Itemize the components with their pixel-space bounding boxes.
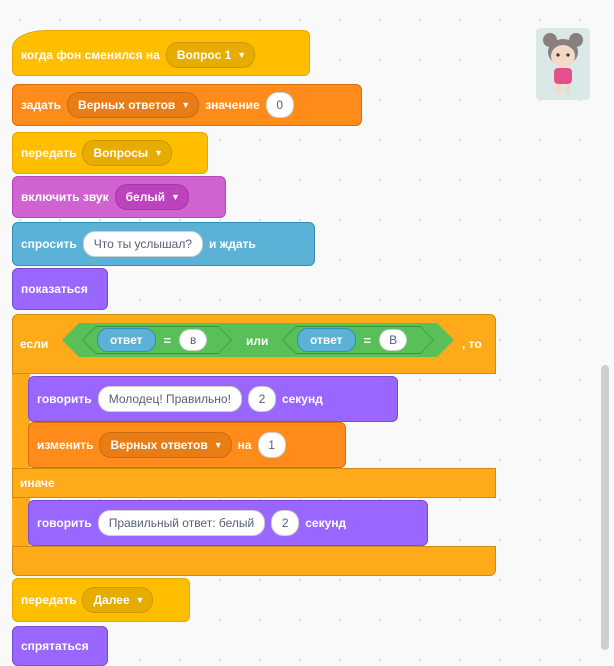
set-variable-block[interactable]: задать Верных ответов ▼ значение 0 bbox=[12, 84, 362, 126]
right-compare-input[interactable]: В bbox=[379, 329, 407, 351]
left-compare-input[interactable]: в bbox=[179, 329, 207, 351]
when-backdrop-label: когда фон сменился на bbox=[21, 48, 160, 62]
say-text-input[interactable]: Молодец! Правильно! bbox=[97, 386, 242, 412]
left-equals-outline: ответ = в bbox=[82, 326, 232, 354]
variable-dropdown[interactable]: Верных ответов ▼ bbox=[99, 432, 232, 458]
message-dropdown[interactable]: Далее ▼ bbox=[82, 587, 154, 613]
message-dropdown[interactable]: Вопросы ▼ bbox=[82, 140, 173, 166]
chevron-down-icon: ▼ bbox=[213, 440, 223, 450]
broadcast-block[interactable]: передать Вопросы ▼ bbox=[12, 132, 208, 174]
vertical-scrollbar[interactable] bbox=[601, 365, 609, 650]
right-equals-outline: ответ = В bbox=[282, 326, 434, 354]
when-backdrop-switches-block[interactable]: когда фон сменился на Вопрос 1 ▼ bbox=[12, 30, 310, 76]
backdrop-dropdown-value: Вопрос 1 bbox=[176, 48, 232, 62]
change-by-label: на bbox=[237, 438, 252, 452]
show-block[interactable]: показаться bbox=[12, 268, 108, 310]
variable-dropdown-value: Верных ответов bbox=[78, 98, 176, 112]
backdrop-dropdown[interactable]: Вопрос 1 ▼ bbox=[165, 42, 256, 68]
if-footer bbox=[12, 546, 496, 576]
say-secs-input[interactable]: 2 bbox=[247, 386, 276, 412]
else-row[interactable] bbox=[12, 468, 496, 498]
set-value-input[interactable]: 0 bbox=[265, 92, 294, 118]
say-label: говорить bbox=[37, 516, 92, 530]
change-variable-label: изменить bbox=[37, 438, 94, 452]
girl-sprite-icon bbox=[543, 33, 583, 94]
ask-suffix-label: и ждать bbox=[209, 237, 256, 251]
change-value-input[interactable]: 1 bbox=[257, 432, 286, 458]
set-variable-label: задать bbox=[21, 98, 62, 112]
sound-dropdown-value: белый bbox=[125, 190, 165, 204]
chevron-down-icon: ▼ bbox=[135, 595, 145, 605]
sound-dropdown[interactable]: белый ▼ bbox=[114, 184, 189, 210]
say-label: говорить bbox=[37, 392, 92, 406]
answer-reporter-right[interactable]: ответ bbox=[297, 328, 356, 352]
say-secs-input[interactable]: 2 bbox=[271, 510, 300, 536]
variable-dropdown-value: Верных ответов bbox=[110, 438, 208, 452]
hide-block[interactable]: спрятаться bbox=[12, 626, 108, 666]
chevron-down-icon: ▼ bbox=[181, 100, 191, 110]
question-input[interactable]: Что ты услышал? bbox=[82, 231, 204, 257]
secs-label: секунд bbox=[305, 516, 347, 530]
ask-label: спросить bbox=[21, 237, 77, 251]
sprite-thumbnail[interactable] bbox=[536, 28, 590, 100]
message-dropdown-value: Вопросы bbox=[93, 146, 149, 160]
equals-label-left: = bbox=[163, 332, 172, 348]
ask-and-wait-block[interactable]: спросить Что ты услышал? и ждать bbox=[12, 222, 315, 266]
variable-dropdown[interactable]: Верных ответов ▼ bbox=[67, 92, 200, 118]
start-sound-block[interactable]: включить звук белый ▼ bbox=[12, 176, 226, 218]
show-label: показаться bbox=[21, 282, 88, 296]
set-value-label: значение bbox=[205, 98, 260, 112]
then-label: , то bbox=[462, 337, 482, 351]
broadcast-label: передать bbox=[21, 146, 77, 160]
start-sound-label: включить звук bbox=[21, 190, 109, 204]
change-variable-block[interactable]: изменить Верных ответов ▼ на 1 bbox=[28, 422, 346, 468]
hide-label: спрятаться bbox=[21, 639, 89, 653]
chevron-down-icon: ▼ bbox=[170, 192, 180, 202]
if-label: если bbox=[20, 337, 49, 351]
equals-label-right: = bbox=[363, 332, 372, 348]
right-equals-operator[interactable]: ответ = В bbox=[283, 327, 433, 353]
chevron-down-icon: ▼ bbox=[154, 148, 164, 158]
secs-label: секунд bbox=[281, 392, 323, 406]
message-dropdown-value: Далее bbox=[93, 593, 130, 607]
or-label: или bbox=[246, 334, 269, 348]
broadcast-block[interactable]: передать Далее ▼ bbox=[12, 578, 190, 622]
say-for-secs-block[interactable]: говорить Молодец! Правильно! 2 секунд bbox=[28, 376, 398, 422]
else-label: иначе bbox=[20, 476, 55, 490]
or-operator[interactable]: ответ = в или ответ = В bbox=[62, 323, 454, 357]
say-for-secs-block[interactable]: говорить Правильный ответ: белый 2 секун… bbox=[28, 500, 428, 546]
left-equals-operator[interactable]: ответ = в bbox=[83, 327, 231, 353]
broadcast-label: передать bbox=[21, 593, 77, 607]
chevron-down-icon: ▼ bbox=[237, 50, 247, 60]
answer-reporter-left[interactable]: ответ bbox=[97, 328, 156, 352]
say-text-input[interactable]: Правильный ответ: белый bbox=[97, 510, 266, 536]
